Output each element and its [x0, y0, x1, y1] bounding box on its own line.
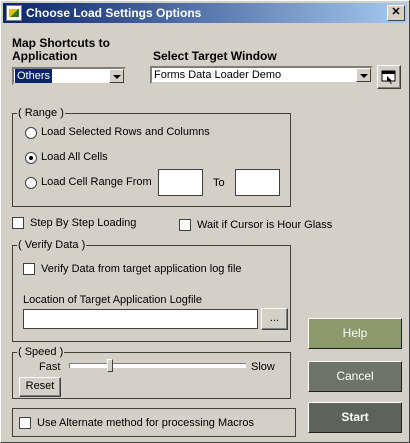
- target-window-label: Select Target Window: [153, 49, 277, 63]
- range-to-input[interactable]: [235, 169, 280, 196]
- start-button[interactable]: Start: [308, 402, 402, 433]
- map-shortcuts-value: Others: [15, 69, 53, 83]
- radio-load-all[interactable]: [25, 152, 37, 164]
- chevron-down-icon[interactable]: [356, 68, 371, 82]
- close-button[interactable]: ✕: [387, 5, 405, 21]
- radio-load-selected-label[interactable]: Load Selected Rows and Columns: [41, 126, 210, 138]
- range-legend: ( Range ): [17, 107, 65, 119]
- start-button-label: Start: [341, 410, 369, 424]
- verify-checkbox-label[interactable]: Verify Data from target application log …: [41, 263, 242, 275]
- alt-macros-checkbox[interactable]: [19, 417, 31, 429]
- verify-legend: ( Verify Data ): [17, 239, 87, 251]
- logfile-input[interactable]: [23, 309, 258, 329]
- map-shortcuts-label-line1: Map Shortcuts to: [12, 36, 110, 50]
- browse-button-label: ...: [269, 312, 280, 324]
- logfile-label: Location of Target Application Logfile: [23, 294, 202, 306]
- app-icon: [6, 5, 22, 21]
- range-to-label: To: [213, 177, 225, 189]
- help-button[interactable]: Help: [308, 318, 402, 349]
- speed-legend: ( Speed ): [17, 346, 65, 358]
- window-title: Choose Load Settings Options: [26, 6, 202, 20]
- speed-slider-thumb[interactable]: [107, 359, 113, 372]
- browse-button[interactable]: ...: [261, 308, 288, 330]
- reset-button-label: Reset: [25, 380, 55, 392]
- window-picker-icon: [381, 70, 396, 84]
- radio-load-all-label[interactable]: Load All Cells: [41, 151, 108, 163]
- verify-checkbox[interactable]: [23, 263, 35, 275]
- step-by-step-label[interactable]: Step By Step Loading: [30, 217, 136, 229]
- cancel-button[interactable]: Cancel: [308, 361, 402, 392]
- range-from-input[interactable]: [158, 169, 203, 196]
- wait-cursor-label[interactable]: Wait if Cursor is Hour Glass: [197, 219, 332, 231]
- speed-slider-track: [69, 363, 246, 368]
- map-shortcuts-select[interactable]: Others: [12, 67, 126, 85]
- help-button-label: Help: [342, 326, 368, 340]
- pick-window-button[interactable]: [377, 65, 401, 89]
- title-bar[interactable]: Choose Load Settings Options ✕: [3, 3, 407, 23]
- wait-cursor-checkbox[interactable]: [179, 219, 191, 231]
- target-window-value: Forms Data Loader Demo: [154, 69, 282, 81]
- radio-load-selected[interactable]: [25, 127, 37, 139]
- alt-macros-label[interactable]: Use Alternate method for processing Macr…: [37, 417, 254, 429]
- radio-load-range-label[interactable]: Load Cell Range From: [41, 176, 152, 188]
- step-by-step-checkbox[interactable]: [12, 217, 24, 229]
- reset-button[interactable]: Reset: [19, 377, 61, 397]
- chevron-down-icon[interactable]: [109, 69, 124, 83]
- speed-slider[interactable]: [69, 358, 247, 375]
- dialog-window: Choose Load Settings Options ✕ Map Short…: [0, 0, 410, 443]
- speed-slow-label: Slow: [251, 361, 275, 373]
- speed-fast-label: Fast: [39, 361, 61, 373]
- radio-load-range[interactable]: [25, 177, 37, 189]
- cancel-button-label: Cancel: [336, 369, 374, 383]
- target-window-select[interactable]: Forms Data Loader Demo: [150, 66, 373, 84]
- map-shortcuts-label-line2: Application: [12, 49, 78, 63]
